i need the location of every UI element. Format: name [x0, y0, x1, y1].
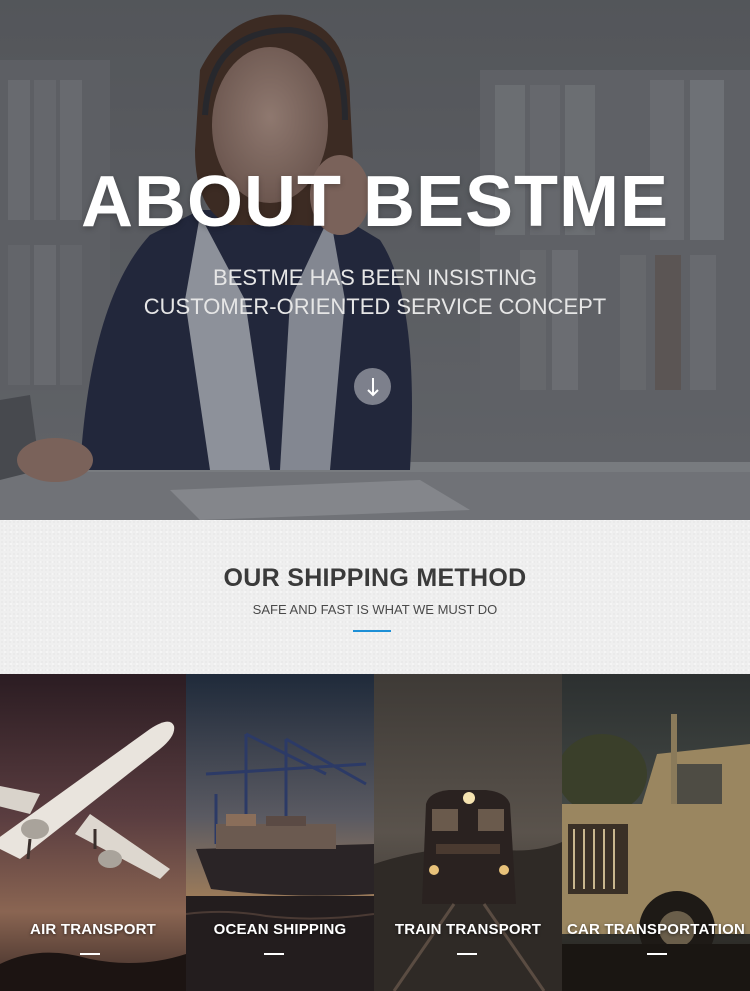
section-accent-line [353, 630, 391, 632]
method-tile-ocean[interactable]: OCEAN SHIPPING [186, 674, 374, 991]
hero-title: ABOUT BESTME [81, 162, 669, 242]
method-dash [647, 953, 667, 955]
method-tile-car[interactable]: CAR TRANSPORTATION [562, 674, 750, 991]
method-label: OCEAN SHIPPING [213, 921, 347, 938]
method-dash [80, 953, 100, 955]
airplane-image [0, 674, 186, 991]
section-title: OUR SHIPPING METHOD [223, 564, 527, 592]
hero-subtitle-line-1: BESTME HAS BEEN INSISTING [213, 265, 537, 290]
train-image [374, 674, 562, 991]
method-dash [264, 953, 284, 955]
section-subtitle: SAFE AND FAST IS WHAT WE MUST DO [252, 602, 498, 617]
truck-image [562, 674, 750, 991]
scroll-down-button[interactable] [354, 368, 391, 405]
method-label: TRAIN TRANSPORT [394, 921, 542, 938]
hero-banner: ABOUT BESTME BESTME HAS BEEN INSISTING C… [0, 0, 750, 520]
method-label: CAR TRANSPORTATION [566, 921, 746, 938]
method-dash [457, 953, 477, 955]
method-label: AIR TRANSPORT [30, 921, 156, 938]
shipping-method-header: OUR SHIPPING METHOD SAFE AND FAST IS WHA… [0, 520, 750, 674]
arrow-down-icon [366, 377, 379, 396]
method-tile-train[interactable]: TRAIN TRANSPORT [374, 674, 562, 991]
shipping-methods-grid: AIR TRANSPORT OCEAN SHIPPING TRAIN TRANS… [0, 674, 750, 991]
hero-overlay [0, 0, 750, 520]
hero-subtitle-line-2: CUSTOMER-ORIENTED SERVICE CONCEPT [143, 294, 607, 319]
cargo-ship-image [186, 674, 374, 991]
method-tile-air[interactable]: AIR TRANSPORT [0, 674, 186, 991]
